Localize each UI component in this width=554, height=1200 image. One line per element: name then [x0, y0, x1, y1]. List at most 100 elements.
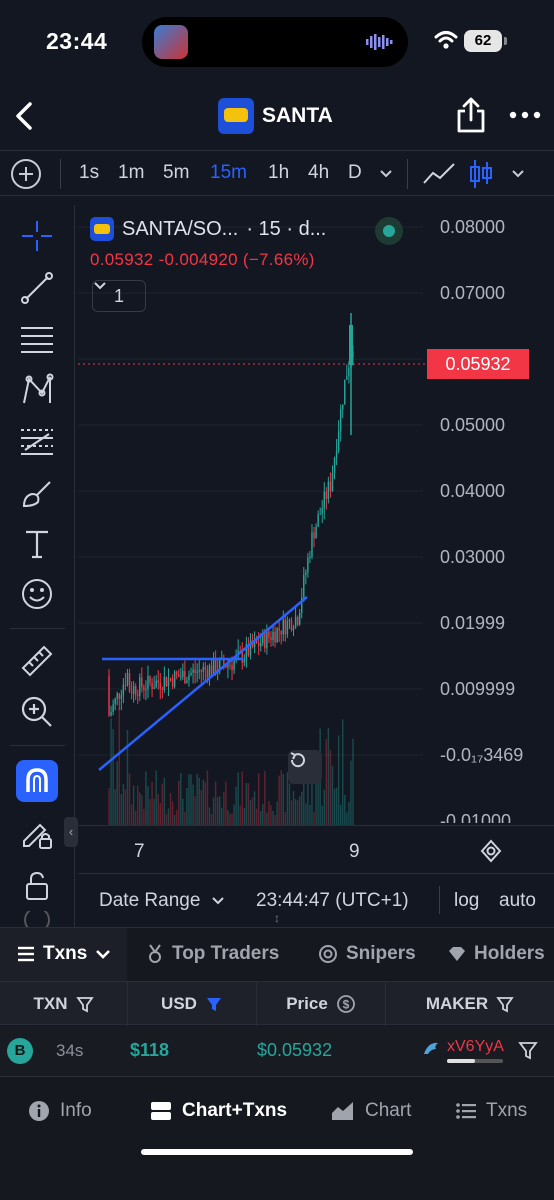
symbol-name[interactable]: SANTA/SO... — [122, 218, 238, 241]
ruler-icon — [21, 645, 53, 677]
lock-drawings-tool[interactable] — [16, 813, 58, 855]
tab-holders[interactable]: Holders — [448, 943, 554, 965]
volume-bar — [249, 799, 252, 825]
volume-bar — [130, 804, 133, 825]
nav-chart-txns[interactable]: Chart+Txns — [150, 1100, 287, 1122]
chevron-down-icon[interactable] — [211, 896, 225, 906]
candle-body — [190, 672, 192, 675]
chevron-down-icon[interactable] — [510, 167, 526, 181]
brush-icon — [22, 481, 51, 508]
volume-bar — [143, 809, 145, 825]
nav-info[interactable]: Info — [28, 1100, 92, 1122]
candle-body — [231, 665, 233, 670]
candle-body — [286, 620, 289, 635]
candle-body — [303, 575, 305, 598]
log-scale-toggle[interactable]: log — [454, 890, 479, 912]
tab-label: Top Traders — [172, 943, 280, 964]
share-icon[interactable] — [454, 96, 488, 134]
chevron-down-icon — [96, 950, 111, 959]
projection-tool[interactable] — [16, 420, 58, 462]
brush-tool[interactable] — [16, 472, 58, 514]
chevron-down-icon — [94, 282, 106, 290]
candlestick-icon[interactable] — [468, 158, 494, 190]
interval-15m[interactable]: 15m — [210, 162, 247, 184]
maker-address[interactable]: xV6YyA — [447, 1038, 504, 1056]
emoji-tool[interactable] — [16, 573, 58, 615]
candle-body — [204, 666, 207, 670]
auto-scale-toggle[interactable]: auto — [499, 890, 536, 912]
volume-bar — [186, 787, 188, 825]
text-icon — [26, 530, 48, 559]
volume-bar — [190, 774, 192, 825]
magnet-tool[interactable] — [16, 760, 58, 802]
volume-bar — [294, 799, 297, 825]
nav-txns[interactable]: Txns — [456, 1100, 527, 1122]
time-axis[interactable]: 7 9 — [78, 825, 554, 875]
interval-5m[interactable]: 5m — [163, 162, 189, 184]
column-txn[interactable]: TXN — [0, 982, 128, 1026]
candle-body — [178, 674, 180, 677]
diamond-icon — [449, 947, 465, 961]
line-chart-icon[interactable] — [422, 161, 456, 187]
column-maker[interactable]: MAKER — [386, 982, 554, 1026]
trend-line-tool[interactable] — [16, 267, 58, 309]
candle-body — [124, 684, 127, 686]
indicators-collapse-button[interactable]: 1 — [92, 280, 146, 312]
token-logo — [218, 98, 254, 134]
volume-bar — [122, 784, 125, 825]
ruler-tool[interactable] — [16, 640, 58, 682]
interval-1d[interactable]: D — [348, 162, 362, 184]
column-usd[interactable]: USD — [128, 982, 257, 1026]
nav-chart[interactable]: Chart — [331, 1100, 411, 1122]
volume-bar — [288, 783, 291, 825]
reset-chart-button[interactable] — [288, 750, 322, 784]
text-tool[interactable] — [16, 523, 58, 565]
interval-1s[interactable]: 1s — [79, 162, 99, 184]
volume-bar — [257, 773, 260, 825]
info-icon — [29, 1101, 49, 1121]
app-header: SANTA — [0, 86, 554, 146]
back-arrow-icon[interactable] — [10, 98, 40, 134]
volume-bar — [278, 775, 280, 825]
column-price[interactable]: Price $ — [257, 982, 386, 1026]
interval-4h[interactable]: 4h — [308, 162, 329, 184]
interval-1h[interactable]: 1h — [268, 162, 289, 184]
candle-body — [112, 704, 114, 712]
chevron-down-icon[interactable] — [378, 167, 394, 181]
candle-body — [278, 628, 280, 631]
more-options-icon[interactable] — [508, 108, 542, 122]
tab-txns[interactable]: Txns — [17, 943, 111, 965]
candle-body — [325, 491, 328, 499]
tab-top-traders[interactable]: Top Traders — [146, 943, 279, 965]
filter-maker-icon[interactable] — [518, 1040, 538, 1060]
fib-lines-tool[interactable] — [16, 319, 58, 361]
price-chart[interactable]: SANTA/SO... · 15 · d... 0.05932 -0.00492… — [78, 205, 554, 925]
volume-bar — [311, 782, 313, 825]
date-range-button[interactable]: Date Range — [99, 890, 200, 912]
page-title: SANTA — [262, 104, 333, 127]
chart-settings-icon[interactable] — [478, 838, 504, 864]
volume-bar — [327, 728, 330, 825]
candle-body — [229, 664, 231, 666]
candle-body — [134, 685, 137, 695]
add-indicator-icon[interactable] — [11, 159, 41, 189]
pattern-tool[interactable] — [16, 369, 58, 411]
candle-body — [319, 513, 321, 515]
home-indicator[interactable] — [141, 1149, 413, 1155]
volume-bar — [329, 750, 332, 825]
lock-pencil-icon — [23, 823, 52, 849]
table-row[interactable]: B 34s $118 $0.05932 xV6YyA — [0, 1026, 554, 1076]
interval-1m[interactable]: 1m — [118, 162, 144, 184]
drawing-toolbar: ‹ — [0, 205, 78, 930]
volume-bar — [274, 814, 276, 825]
tab-snipers[interactable]: Snipers — [318, 943, 416, 965]
chart-clock[interactable]: 23:44:47 (UTC+1) — [256, 890, 409, 912]
volume-bar — [245, 783, 248, 825]
lock-tool[interactable] — [16, 865, 58, 907]
candle-body — [182, 670, 184, 677]
zoom-in-tool[interactable] — [16, 691, 58, 733]
crosshair-tool[interactable] — [16, 215, 58, 257]
candle-body — [349, 325, 353, 365]
collapse-toolbar-button[interactable]: ‹ — [64, 817, 78, 847]
volume-bar — [126, 729, 129, 825]
